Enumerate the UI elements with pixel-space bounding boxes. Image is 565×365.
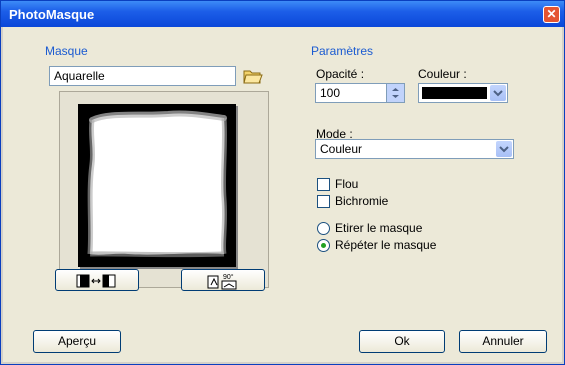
- title-bar[interactable]: PhotoMasque ✕: [1, 1, 564, 27]
- photomasque-dialog: PhotoMasque ✕ Masque Aquarelle 90° Param…: [0, 0, 565, 365]
- etirer-label[interactable]: Etirer le masque: [335, 221, 422, 235]
- open-folder-icon[interactable]: [243, 67, 263, 85]
- apercu-button[interactable]: Aperçu: [33, 330, 121, 353]
- mask-name-field[interactable]: Aquarelle: [49, 66, 236, 86]
- mode-value[interactable]: Couleur: [320, 142, 362, 156]
- couleur-picker[interactable]: [418, 83, 508, 103]
- opacite-label: Opacité :: [316, 67, 365, 81]
- couleur-label: Couleur :: [418, 67, 467, 81]
- couleur-swatch: [422, 87, 487, 99]
- bichromie-checkbox[interactable]: [317, 195, 330, 208]
- flou-label[interactable]: Flou: [335, 177, 358, 191]
- repeter-radio[interactable]: [317, 239, 330, 252]
- bichromie-label[interactable]: Bichromie: [335, 194, 388, 208]
- rotate-label: 90°: [223, 273, 234, 281]
- flou-checkbox[interactable]: [317, 178, 330, 191]
- mask-preview-image: [78, 104, 236, 267]
- rotate-icon: 90°: [207, 273, 237, 290]
- radio-selected-dot: [321, 243, 326, 248]
- invert-mask-button[interactable]: [55, 269, 139, 291]
- dialog-body: Masque Aquarelle 90° Paramètres Opacité …: [3, 27, 562, 362]
- annuler-button[interactable]: Annuler: [459, 330, 547, 353]
- rotate-90-button[interactable]: 90°: [181, 269, 265, 291]
- spinner-arrows-icon[interactable]: [386, 84, 404, 102]
- invert-icon: [76, 274, 116, 288]
- mask-preview-frame: [59, 91, 269, 288]
- opacite-value[interactable]: 100: [320, 86, 340, 100]
- chevron-down-icon[interactable]: [496, 141, 512, 157]
- chevron-down-icon[interactable]: [490, 85, 506, 101]
- repeter-label[interactable]: Répéter le masque: [335, 238, 436, 252]
- ok-button[interactable]: Ok: [359, 330, 445, 353]
- opacite-spinner[interactable]: 100: [315, 83, 405, 103]
- masque-section-title: Masque: [45, 44, 88, 58]
- etirer-radio[interactable]: [317, 222, 330, 235]
- window-title: PhotoMasque: [9, 7, 95, 22]
- parametres-section-title: Paramètres: [311, 44, 374, 58]
- close-button[interactable]: ✕: [543, 6, 560, 23]
- mode-select[interactable]: Couleur: [315, 139, 514, 159]
